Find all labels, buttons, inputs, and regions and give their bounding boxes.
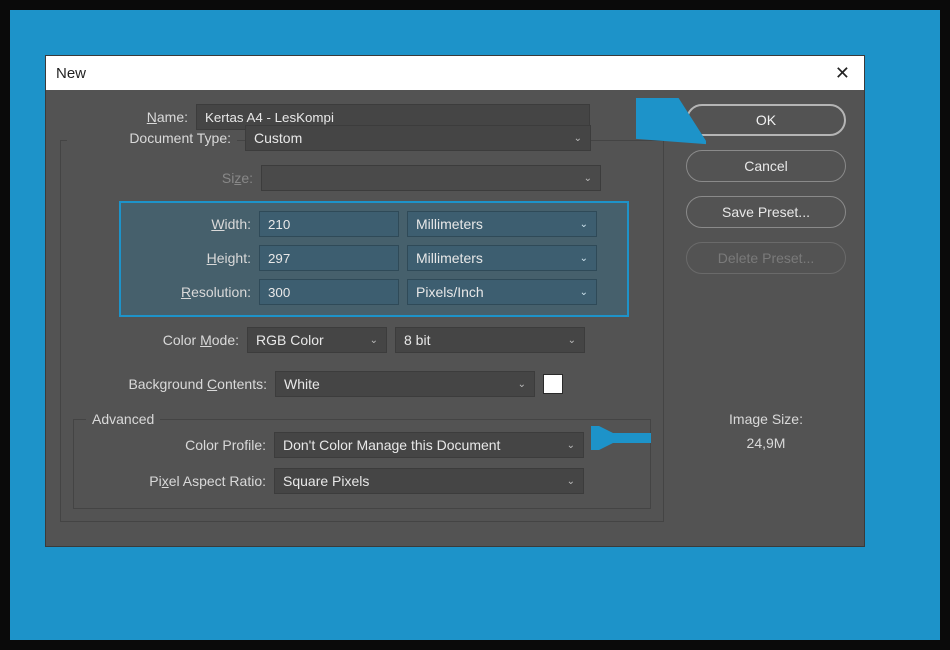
chevron-down-icon: ⌄: [580, 287, 588, 298]
advanced-legend: Advanced: [86, 411, 160, 427]
color-profile-value: Don't Color Manage this Document: [283, 437, 500, 453]
color-mode-label: Color Mode:: [129, 332, 239, 348]
annotation-frame: New ✕ Name: Document Type: Custom ⌄: [10, 10, 940, 640]
pixel-aspect-label: Pixel Aspect Ratio:: [86, 473, 266, 489]
height-input[interactable]: [259, 245, 399, 271]
chevron-down-icon: ⌄: [567, 476, 575, 487]
background-contents-label: Background Contents:: [73, 376, 267, 392]
chevron-down-icon: ⌄: [580, 253, 588, 264]
chevron-down-icon: ⌄: [574, 133, 582, 144]
background-contents-value: White: [284, 376, 320, 392]
image-size-label: Image Size:: [729, 408, 803, 432]
resolution-unit-value: Pixels/Inch: [416, 284, 484, 300]
document-type-value: Custom: [254, 130, 302, 146]
chevron-down-icon: ⌄: [584, 173, 592, 184]
color-mode-value: RGB Color: [256, 332, 324, 348]
width-input[interactable]: [259, 211, 399, 237]
document-settings-group: Document Type: Custom ⌄ Size: ⌄: [60, 140, 664, 522]
titlebar: New ✕: [46, 56, 864, 90]
save-preset-button[interactable]: Save Preset...: [686, 196, 846, 228]
new-document-dialog: New ✕ Name: Document Type: Custom ⌄: [45, 55, 865, 547]
dialog-title: New: [56, 65, 86, 82]
chevron-down-icon: ⌄: [580, 219, 588, 230]
width-label: Width:: [131, 216, 251, 232]
close-icon[interactable]: ✕: [831, 63, 854, 84]
delete-preset-button: Delete Preset...: [686, 242, 846, 274]
chevron-down-icon: ⌄: [567, 440, 575, 451]
width-unit-select[interactable]: Millimeters ⌄: [407, 211, 597, 237]
height-label: Height:: [131, 250, 251, 266]
resolution-input[interactable]: [259, 279, 399, 305]
width-unit-value: Millimeters: [416, 216, 483, 232]
chevron-down-icon: ⌄: [568, 335, 576, 346]
height-unit-select[interactable]: Millimeters ⌄: [407, 245, 597, 271]
color-profile-select[interactable]: Don't Color Manage this Document ⌄: [274, 432, 584, 458]
ok-button[interactable]: OK: [686, 104, 846, 136]
background-color-swatch[interactable]: [543, 374, 563, 394]
image-size-value: 24,9M: [729, 432, 803, 456]
size-select: ⌄: [261, 165, 601, 191]
document-type-label: Document Type:: [67, 130, 237, 146]
background-contents-select[interactable]: White ⌄: [275, 371, 535, 397]
chevron-down-icon: ⌄: [370, 335, 378, 346]
image-size-readout: Image Size: 24,9M: [729, 408, 803, 456]
pixel-aspect-value: Square Pixels: [283, 473, 369, 489]
chevron-down-icon: ⌄: [518, 379, 526, 390]
name-label: Name:: [60, 109, 188, 125]
color-mode-select[interactable]: RGB Color ⌄: [247, 327, 387, 353]
resolution-unit-select[interactable]: Pixels/Inch ⌄: [407, 279, 597, 305]
pixel-aspect-select[interactable]: Square Pixels ⌄: [274, 468, 584, 494]
resolution-label: Resolution:: [131, 284, 251, 300]
bit-depth-select[interactable]: 8 bit ⌄: [395, 327, 585, 353]
document-type-select[interactable]: Custom ⌄: [245, 125, 591, 151]
size-label: Size:: [73, 170, 253, 186]
color-profile-label: Color Profile:: [86, 437, 266, 453]
cancel-button[interactable]: Cancel: [686, 150, 846, 182]
bit-depth-value: 8 bit: [404, 332, 430, 348]
dimensions-highlight: Width: Millimeters ⌄ Height: Millimet: [119, 201, 629, 317]
height-unit-value: Millimeters: [416, 250, 483, 266]
advanced-group: Advanced Color Profile: Don't Color Mana…: [73, 419, 651, 509]
